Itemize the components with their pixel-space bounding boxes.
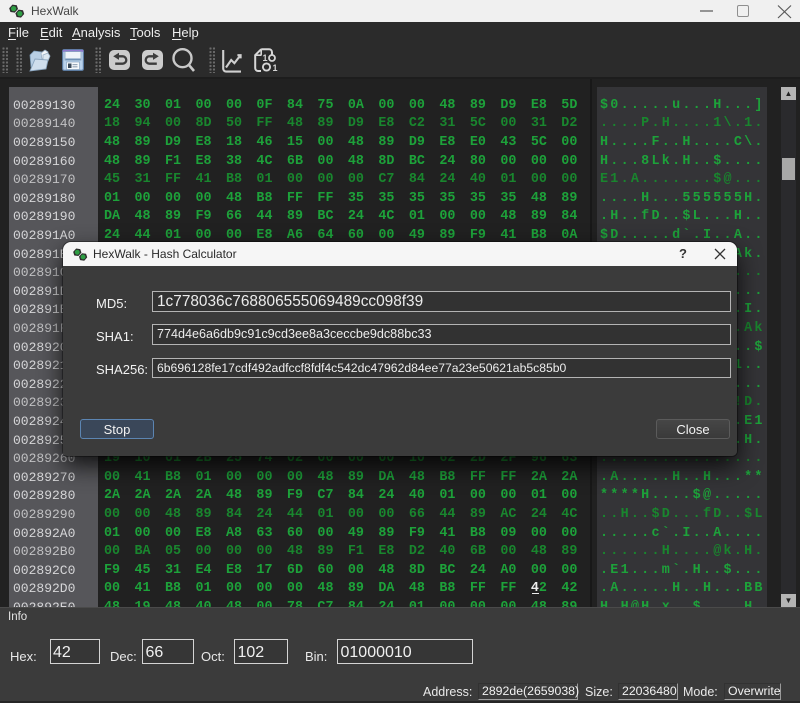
svg-text:1: 1 [263,53,268,63]
svg-text:1: 1 [273,63,278,73]
